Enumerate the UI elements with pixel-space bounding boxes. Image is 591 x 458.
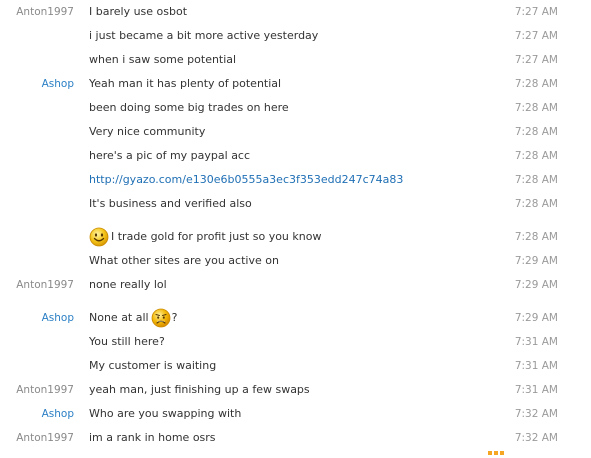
- message-body: You still here?: [89, 332, 165, 352]
- message-sender: [0, 146, 74, 166]
- chat-message-row: Ashop None at all ? 7:29 AM: [0, 308, 591, 328]
- chat-message-row: http://gyazo.com/e130e6b0555a3ec3f353edd…: [0, 170, 591, 190]
- message-text: I barely use osbot: [89, 5, 188, 18]
- message-sender: [0, 170, 74, 190]
- message-text: i just became a bit more active yesterda…: [89, 29, 319, 42]
- message-text: What other sites are you active on: [89, 254, 279, 267]
- message-sender[interactable]: Anton1997: [0, 380, 74, 400]
- message-body: when i saw some potential: [89, 50, 236, 70]
- message-body: I barely use osbot: [89, 2, 187, 22]
- chat-message-row: Ashop Who are you swapping with 7:32 AM: [0, 404, 591, 424]
- message-body: Who are you swapping with: [89, 404, 241, 424]
- message-text: yeah man, just finishing up a few swaps: [89, 383, 310, 396]
- message-body: i just became a bit more active yesterda…: [89, 26, 318, 46]
- chat-message-row: I trade gold for profit just so you know…: [0, 227, 591, 249]
- chat-message-row: My customer is waiting 7:31 AM: [0, 356, 591, 376]
- message-text-suffix: ?: [171, 311, 178, 324]
- message-body: here's a pic of my paypal acc: [89, 146, 250, 166]
- message-body: What other sites are you active on: [89, 251, 279, 271]
- chat-message-row: i just became a bit more active yesterda…: [0, 26, 591, 46]
- message-body: Very nice community: [89, 122, 205, 142]
- chat-message-row: Anton1997 none really lol 7:29 AM: [0, 275, 591, 295]
- message-body: Yeah man it has plenty of potential: [89, 74, 281, 94]
- message-body: My customer is waiting: [89, 356, 216, 376]
- message-text: Who are you swapping with: [89, 407, 242, 420]
- smiley-emoticon-icon: [89, 227, 109, 247]
- message-timestamp: 7:29 AM: [514, 312, 558, 324]
- message-timestamp: 7:31 AM: [514, 336, 558, 348]
- chat-message-row: here's a pic of my paypal acc 7:28 AM: [0, 146, 591, 166]
- message-sender[interactable]: Anton1997: [0, 428, 74, 448]
- message-sender[interactable]: Ashop: [0, 404, 74, 424]
- message-text: None at all: [89, 311, 149, 324]
- message-timestamp: 7:28 AM: [514, 126, 558, 138]
- message-body: yeah man, just finishing up a few swaps: [89, 380, 310, 400]
- message-body: been doing some big trades on here: [89, 98, 289, 118]
- message-timestamp: 7:31 AM: [514, 360, 558, 372]
- message-sender: [0, 122, 74, 142]
- chat-message-row: when i saw some potential 7:27 AM: [0, 50, 591, 70]
- message-text: been doing some big trades on here: [89, 101, 289, 114]
- message-sender: [0, 26, 74, 46]
- message-sender: [0, 194, 74, 214]
- chat-message-row: been doing some big trades on here 7:28 A…: [0, 98, 591, 118]
- message-timestamp: 7:28 AM: [514, 150, 558, 162]
- message-body: http://gyazo.com/e130e6b0555a3ec3f353edd…: [89, 170, 403, 190]
- message-timestamp: 7:27 AM: [514, 30, 558, 42]
- message-sender[interactable]: Ashop: [0, 308, 74, 328]
- message-sender: [0, 356, 74, 376]
- message-text: I trade gold for profit just so you know: [111, 230, 322, 243]
- message-text: My customer is waiting: [89, 359, 217, 372]
- message-sender: [0, 332, 74, 352]
- message-sender[interactable]: Anton1997: [0, 2, 74, 22]
- message-body: None at all ?: [89, 308, 177, 328]
- message-text: none really lol: [89, 278, 167, 291]
- chat-message-row: You still here? 7:31 AM: [0, 332, 591, 352]
- message-timestamp: 7:28 AM: [514, 102, 558, 114]
- message-sender: [0, 50, 74, 70]
- chat-message-row: Anton1997 I barely use osbot 7:27 AM: [0, 2, 591, 22]
- message-text: It's business and verified also: [89, 197, 252, 210]
- message-body: It's business and verified also: [89, 194, 252, 214]
- message-text: You still here?: [89, 335, 165, 348]
- chat-message-row: It's business and verified also 7:28 AM: [0, 194, 591, 214]
- chat-message-row: Ashop Yeah man it has plenty of potential…: [0, 74, 591, 94]
- message-timestamp: 7:32 AM: [514, 408, 558, 420]
- message-timestamp: 7:28 AM: [514, 198, 558, 210]
- message-sender: [0, 251, 74, 271]
- message-body: none really lol: [89, 275, 167, 295]
- message-body: im a rank in home osrs: [89, 428, 216, 448]
- message-timestamp: 7:29 AM: [514, 255, 558, 267]
- message-timestamp: 7:28 AM: [514, 174, 558, 186]
- message-text: im a rank in home osrs: [89, 431, 216, 444]
- message-text: here's a pic of my paypal acc: [89, 149, 251, 162]
- chat-message-row: What other sites are you active on 7:29 A…: [0, 251, 591, 271]
- chat-transcript: Anton1997 I barely use osbot 7:27 AM i just…: [0, 0, 591, 450]
- message-body: I trade gold for profit just so you know: [89, 227, 321, 247]
- chat-message-row: Very nice community 7:28 AM: [0, 122, 591, 142]
- message-link[interactable]: http://gyazo.com/e130e6b0555a3ec3f353edd…: [89, 173, 403, 186]
- message-text: when i saw some potential: [89, 53, 237, 66]
- message-timestamp: 7:29 AM: [514, 279, 558, 291]
- message-sender[interactable]: Anton1997: [0, 275, 74, 295]
- message-timestamp: 7:28 AM: [514, 78, 558, 90]
- message-text: Very nice community: [89, 125, 206, 138]
- chat-message-row: Anton1997 yeah man, just finishing up a f…: [0, 380, 591, 400]
- message-timestamp: 7:27 AM: [514, 54, 558, 66]
- message-timestamp: 7:27 AM: [514, 6, 558, 18]
- message-sender: [0, 227, 74, 247]
- message-sender[interactable]: Ashop: [0, 74, 74, 94]
- message-text: Yeah man it has plenty of potential: [89, 77, 282, 90]
- partial-emoticon-icon: [488, 445, 506, 455]
- message-sender: [0, 98, 74, 118]
- message-timestamp: 7:28 AM: [514, 231, 558, 243]
- frowning-emoticon-icon: [151, 308, 171, 328]
- message-timestamp: 7:31 AM: [514, 384, 558, 396]
